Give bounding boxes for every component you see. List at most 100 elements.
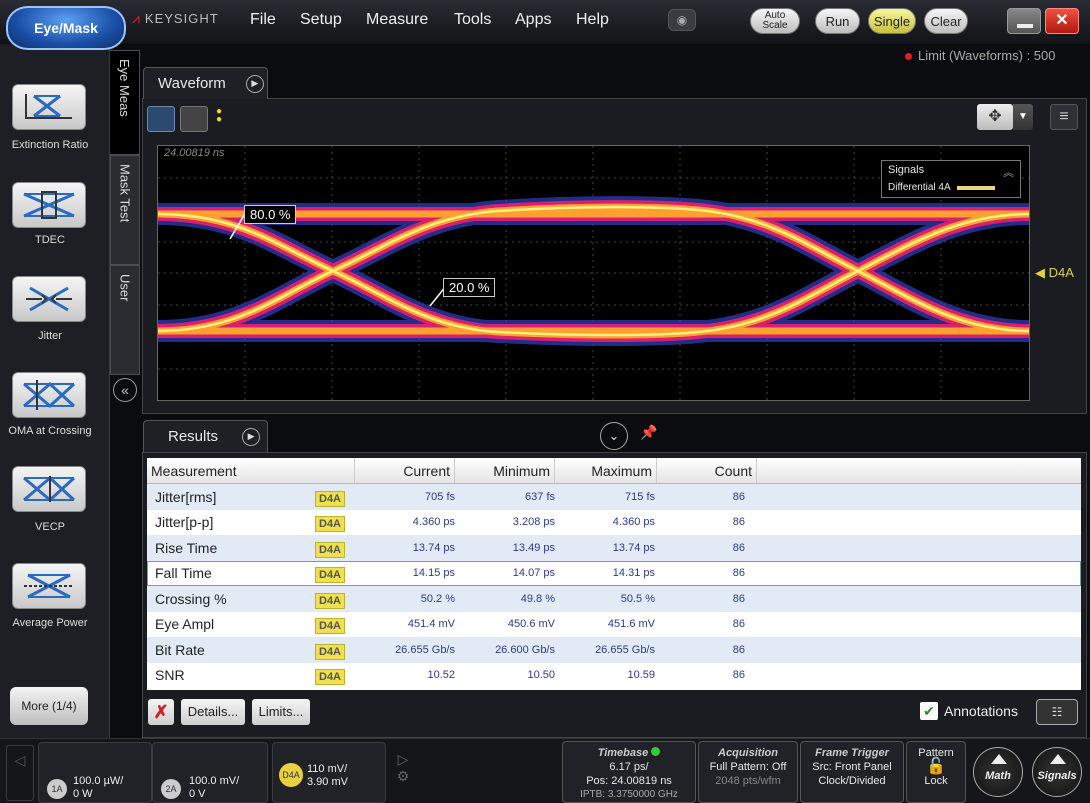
table-row[interactable]: SNR D4A 10.52 10.50 10.59 86	[147, 663, 1081, 689]
collapse-panel-button[interactable]: «	[110, 375, 140, 405]
table-row-selected[interactable]: Fall Time D4A 14.15 ps 14.07 ps 14.31 ps 86	[147, 560, 1081, 586]
column-minimum[interactable]: Minimum	[455, 458, 555, 483]
pin-icon[interactable]: 📌	[640, 424, 657, 441]
channel-2a[interactable]: 2A 100.0 mV/0 V	[152, 742, 268, 803]
tab-eye-meas[interactable]: Eye Meas	[110, 50, 140, 155]
details-button[interactable]: Details...	[181, 699, 245, 725]
signals-button[interactable]: Signals	[1032, 747, 1082, 797]
table-row[interactable]: Bit Rate D4A 26.655 Gb/s 26.600 Gb/s 26.655 …	[147, 637, 1081, 663]
trigger-title: Frame Trigger	[815, 747, 889, 759]
single-button[interactable]: Single	[868, 8, 916, 34]
column-current[interactable]: Current	[355, 458, 455, 483]
current-value: 10.52	[427, 669, 455, 682]
channel-1a-badge: 1A	[47, 779, 67, 799]
annotation-80-percent: 80.0 %	[244, 205, 297, 224]
hamburger-menu-icon[interactable]: ≡	[1050, 104, 1078, 130]
channel-1a-scale: 100.0 µW/	[73, 775, 124, 787]
average-power-button[interactable]	[12, 563, 86, 609]
tab-waveform[interactable]: Waveform ▶	[143, 67, 268, 99]
more-options-icon[interactable]: ● ●	[216, 107, 224, 125]
signals-label: Signals	[1037, 770, 1077, 782]
channel-settings-icon[interactable]: ▷ ⚙	[390, 745, 416, 801]
close-button[interactable]: ✕	[1045, 8, 1079, 34]
channel-1a[interactable]: 1A 100.0 µW/0 W	[38, 742, 152, 803]
maximum-value: 451.6 mV	[607, 618, 655, 631]
play-arrow-icon[interactable]: ▶	[242, 427, 261, 446]
play-arrow-icon[interactable]: ▶	[245, 74, 264, 93]
timebase-panel[interactable]: Timebase 6.17 ps/ Pos: 24.00819 ns IPTB:…	[562, 741, 696, 803]
jitter-button[interactable]	[12, 276, 86, 322]
autoscale-label-2: Scale	[762, 20, 788, 31]
frame-trigger-panel[interactable]: Frame Trigger Src: Front Panel Clock/Div…	[800, 741, 904, 803]
source-badge: D4A	[315, 592, 346, 609]
autoscale-button[interactable]: Auto Scale	[750, 8, 800, 34]
channel-marker-d4a[interactable]: ◀ D4A	[1035, 265, 1074, 281]
count-value: 86	[732, 516, 745, 529]
channel-d4a-offset: 3.90 mV	[307, 776, 348, 788]
count-value: 86	[732, 669, 745, 682]
vecp-button[interactable]	[12, 466, 86, 512]
column-count[interactable]: Count	[657, 458, 757, 483]
table-row[interactable]: Jitter[rms] D4A 705 fs 637 fs 715 fs 86	[147, 484, 1081, 510]
results-tab-label: Results	[168, 428, 219, 445]
maximum-value: 50.5 %	[620, 592, 655, 605]
count-value: 86	[732, 490, 745, 503]
measurement-name: Fall Time	[155, 565, 212, 582]
waveform-tab-label: Waveform	[158, 75, 226, 92]
minimum-value: 26.600 Gb/s	[495, 643, 555, 656]
table-row[interactable]: Eye Ampl D4A 451.4 mV 450.6 mV 451.6 mV 86	[147, 612, 1081, 638]
tab-mask-test[interactable]: Mask Test	[110, 155, 140, 265]
results-table: Measurement Current Minimum Maximum Coun…	[147, 458, 1081, 690]
menu-setup[interactable]: Setup	[300, 11, 342, 29]
collapse-down-icon[interactable]: ⌄	[600, 422, 628, 450]
more-button[interactable]: More (1/4)	[10, 687, 88, 725]
signals-legend[interactable]: Signals ︽ Differential 4A	[881, 160, 1021, 198]
count-value: 86	[732, 567, 745, 580]
minimize-button[interactable]	[1007, 8, 1041, 34]
minimum-value: 13.49 ps	[512, 541, 555, 554]
table-row[interactable]: Jitter[p-p] D4A 4.360 ps 3.208 ps 4.360 ps 86	[147, 510, 1081, 536]
math-button[interactable]: Math	[973, 747, 1023, 797]
signal-color-swatch	[956, 185, 995, 190]
current-value: 451.4 mV	[407, 618, 455, 631]
extinction-ratio-button[interactable]	[12, 84, 86, 130]
pattern-lock-panel[interactable]: Pattern 🔓 Lock	[906, 741, 966, 803]
menu-tools[interactable]: Tools	[454, 11, 491, 29]
tab-results[interactable]: Results ▶	[143, 420, 268, 452]
menu-file[interactable]: File	[250, 11, 276, 29]
tab-user[interactable]: User	[110, 265, 140, 375]
table-row[interactable]: Rise Time D4A 13.74 ps 13.49 ps 13.74 ps 86	[147, 535, 1081, 561]
limits-button[interactable]: Limits...	[252, 699, 310, 725]
scroll-left-button[interactable]: ◁	[6, 745, 34, 801]
source-badge: D4A	[315, 516, 346, 533]
delete-measurement-button[interactable]: ✗	[148, 699, 174, 725]
pan-zoom-icon[interactable]: ✥	[977, 104, 1013, 130]
clear-button[interactable]: Clear	[924, 8, 968, 34]
count-value: 86	[732, 592, 745, 605]
menu-apps[interactable]: Apps	[515, 11, 551, 29]
table-layout-icon[interactable]: ☷	[1036, 699, 1078, 725]
column-measurement[interactable]: Measurement	[147, 458, 355, 483]
annotations-checkbox[interactable]: ✔ Annotations	[920, 702, 1018, 720]
menu-measure[interactable]: Measure	[366, 11, 428, 29]
maximum-value: 10.59	[627, 669, 655, 682]
time-position-label: 24.00819 ns	[164, 147, 225, 159]
jitter-label: Jitter	[38, 330, 62, 342]
run-button[interactable]: Run	[815, 8, 860, 34]
tdec-button[interactable]	[12, 182, 86, 228]
measurement-name: Jitter[p-p]	[155, 514, 214, 531]
acquisition-panel[interactable]: Acquisition Full Pattern: Off 2048 pts/w…	[698, 741, 798, 803]
source-badge: D4A	[315, 669, 346, 686]
extinction-ratio-label: Extinction Ratio	[11, 139, 89, 151]
single-grid-layout-button[interactable]	[147, 106, 175, 132]
menu-help[interactable]: Help	[576, 11, 609, 29]
column-maximum[interactable]: Maximum	[555, 458, 657, 483]
pan-dropdown-button[interactable]: ▼	[1013, 104, 1033, 130]
oma-crossing-button[interactable]	[12, 372, 86, 418]
multi-grid-layout-button[interactable]	[180, 106, 208, 132]
channel-d4a[interactable]: D4A 110 mV/3.90 mV	[272, 742, 386, 803]
mode-button[interactable]: Eye/Mask	[6, 6, 126, 50]
camera-icon[interactable]: ◉	[668, 9, 696, 31]
table-row[interactable]: Crossing % D4A 50.2 % 49.8 % 50.5 % 86	[147, 586, 1081, 612]
collapse-up-icon[interactable]: ︽	[1003, 164, 1014, 180]
